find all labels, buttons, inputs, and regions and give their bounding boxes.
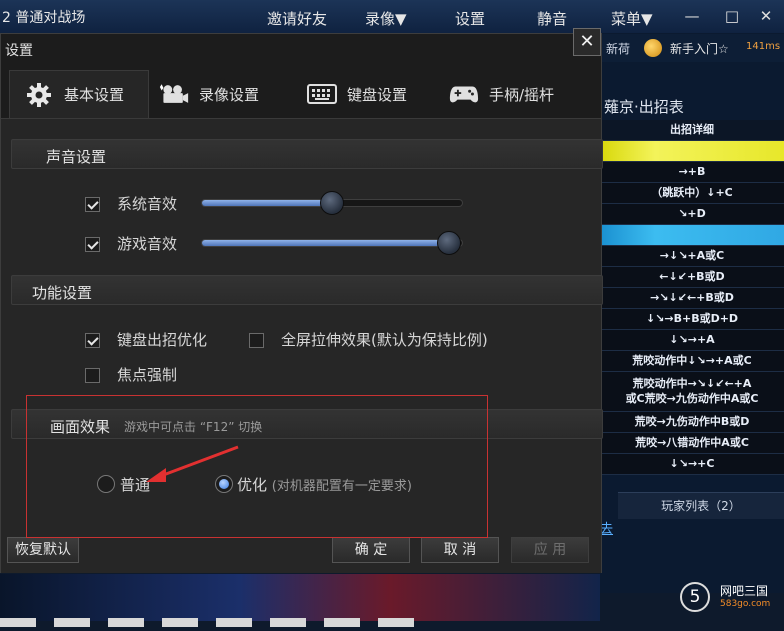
slider-fill xyxy=(202,240,449,246)
moves-row: 荒咬→九伤动作中B或D xyxy=(600,412,784,433)
logo-number: 5 xyxy=(680,582,710,612)
site-logo: 5 网吧三国 583go.com xyxy=(680,580,780,616)
moves-row: →↘↓↙←+B或D xyxy=(600,288,784,309)
cancel-button[interactable]: 取 消 xyxy=(421,537,499,563)
tab-gamepad-settings[interactable]: 手柄/摇杆 xyxy=(449,70,554,118)
friends-row: 新荷 新手入门☆ 141ms xyxy=(600,34,784,62)
section-title: 声音设置 xyxy=(46,148,107,166)
tab-label: 基本设置 xyxy=(64,86,125,104)
keyboard-optimize-checkbox[interactable] xyxy=(85,333,100,348)
section-title: 功能设置 xyxy=(32,284,93,302)
app-titlebar: 2 普通对战场 邀请好友 录像▼ 设置 静音 菜单▼ — □ ✕ xyxy=(0,0,784,34)
fullscreen-stretch-label: 全屏拉伸效果(默认为保持比例) xyxy=(281,331,488,349)
dialog-close-button[interactable]: ✕ xyxy=(573,28,601,56)
moves-title: 薙京·出招表 xyxy=(604,98,684,116)
invite-friends-menu[interactable]: 邀请好友 xyxy=(267,8,327,29)
moves-row: 荒咬→八错动作中A或C xyxy=(600,433,784,454)
fullscreen-stretch-checkbox[interactable] xyxy=(249,333,264,348)
players-list-tab[interactable]: 玩家列表（2） xyxy=(618,492,784,519)
apply-button[interactable]: 应 用 xyxy=(511,537,589,563)
system-sound-slider[interactable] xyxy=(201,191,463,215)
moves-row: （跳跃中）↓+C xyxy=(600,183,784,204)
minimize-button[interactable]: — xyxy=(674,2,710,30)
app-title: 2 普通对战场 xyxy=(2,10,86,26)
moves-row-line: 荒咬动作中→↘↓↙←+A xyxy=(632,377,752,390)
moves-table: 出招详细 →+B （跳跃中）↓+C ↘+D →↓↘+A或C ←↓↙+B或D →↘… xyxy=(600,120,784,475)
tab-label: 手柄/摇杆 xyxy=(489,85,555,104)
moves-row: 荒咬动作中→↘↓↙←+A 或C荒咬→九伤动作中A或C xyxy=(600,372,784,412)
game-sound-label: 游戏音效 xyxy=(117,235,178,253)
key-row xyxy=(0,612,480,627)
moves-row: ↓↘→B+B或D+D xyxy=(600,309,784,330)
moves-row-line: 或C荒咬→九伤动作中A或C xyxy=(625,392,759,405)
moves-header: 出招详细 xyxy=(600,120,784,141)
game-sound-slider[interactable] xyxy=(201,231,463,255)
keyboard-optimize-label: 键盘出招优化 xyxy=(117,331,208,349)
moves-row: ↘+D xyxy=(600,204,784,225)
focus-force-checkbox[interactable] xyxy=(85,368,100,383)
tab-basic-settings[interactable]: 基本设置 xyxy=(9,70,149,118)
coin-icon xyxy=(644,39,662,57)
system-sound-label: 系统音效 xyxy=(117,195,178,213)
slider-thumb[interactable] xyxy=(320,191,344,215)
ok-button[interactable]: 确 定 xyxy=(332,537,410,563)
app-close-button[interactable]: ✕ xyxy=(748,2,784,30)
gamepad-icon xyxy=(449,79,479,109)
tab-label: 键盘设置 xyxy=(347,85,408,104)
moves-row: ←↓↙+B或D xyxy=(600,267,784,288)
sound-section-header: 声音设置 xyxy=(11,139,603,169)
gear-icon xyxy=(24,80,54,110)
ping-label: 141ms xyxy=(746,41,781,52)
restore-default-button[interactable]: 恢复默认 xyxy=(7,537,79,563)
moves-row-highlight xyxy=(600,225,784,246)
tab-label: 录像设置 xyxy=(199,85,260,104)
main-menu[interactable]: 菜单▼ xyxy=(611,8,653,29)
system-sound-checkbox[interactable] xyxy=(85,197,100,212)
moves-row-highlight xyxy=(600,141,784,162)
moves-row: →+B xyxy=(600,162,784,183)
slider-fill xyxy=(202,200,332,206)
maximize-button[interactable]: □ xyxy=(714,2,750,30)
beginner-label[interactable]: 新手入门☆ xyxy=(670,40,729,57)
settings-menu[interactable]: 设置 xyxy=(455,8,485,29)
tab-replay-settings[interactable]: 录像设置 xyxy=(159,70,259,118)
game-sound-checkbox[interactable] xyxy=(85,237,100,252)
function-section-header: 功能设置 xyxy=(11,275,603,305)
settings-tabs: 基本设置 录像设置 键盘设置 手柄/摇杆 xyxy=(9,70,601,118)
annotation-highlight-box xyxy=(26,395,488,538)
film-camera-icon xyxy=(159,79,189,109)
focus-force-label: 焦点强制 xyxy=(117,366,178,384)
moves-row: ↓↘→+C xyxy=(600,454,784,475)
tab-keyboard-settings[interactable]: 键盘设置 xyxy=(307,70,407,118)
logo-url: 583go.com xyxy=(720,599,771,609)
keyboard-icon xyxy=(307,79,337,109)
moves-row: ↓↘→+A xyxy=(600,330,784,351)
mute-menu[interactable]: 静音 xyxy=(537,8,567,29)
moves-row: 荒咬动作中↓↘→+A或C xyxy=(600,351,784,372)
slider-thumb[interactable] xyxy=(437,231,461,255)
moves-row: →↓↘+A或C xyxy=(600,246,784,267)
dialog-title: 设置 xyxy=(5,43,33,59)
friend-label: 新荷 xyxy=(606,42,631,56)
replay-menu[interactable]: 录像▼ xyxy=(365,8,407,29)
logo-name: 网吧三国 xyxy=(720,584,769,598)
